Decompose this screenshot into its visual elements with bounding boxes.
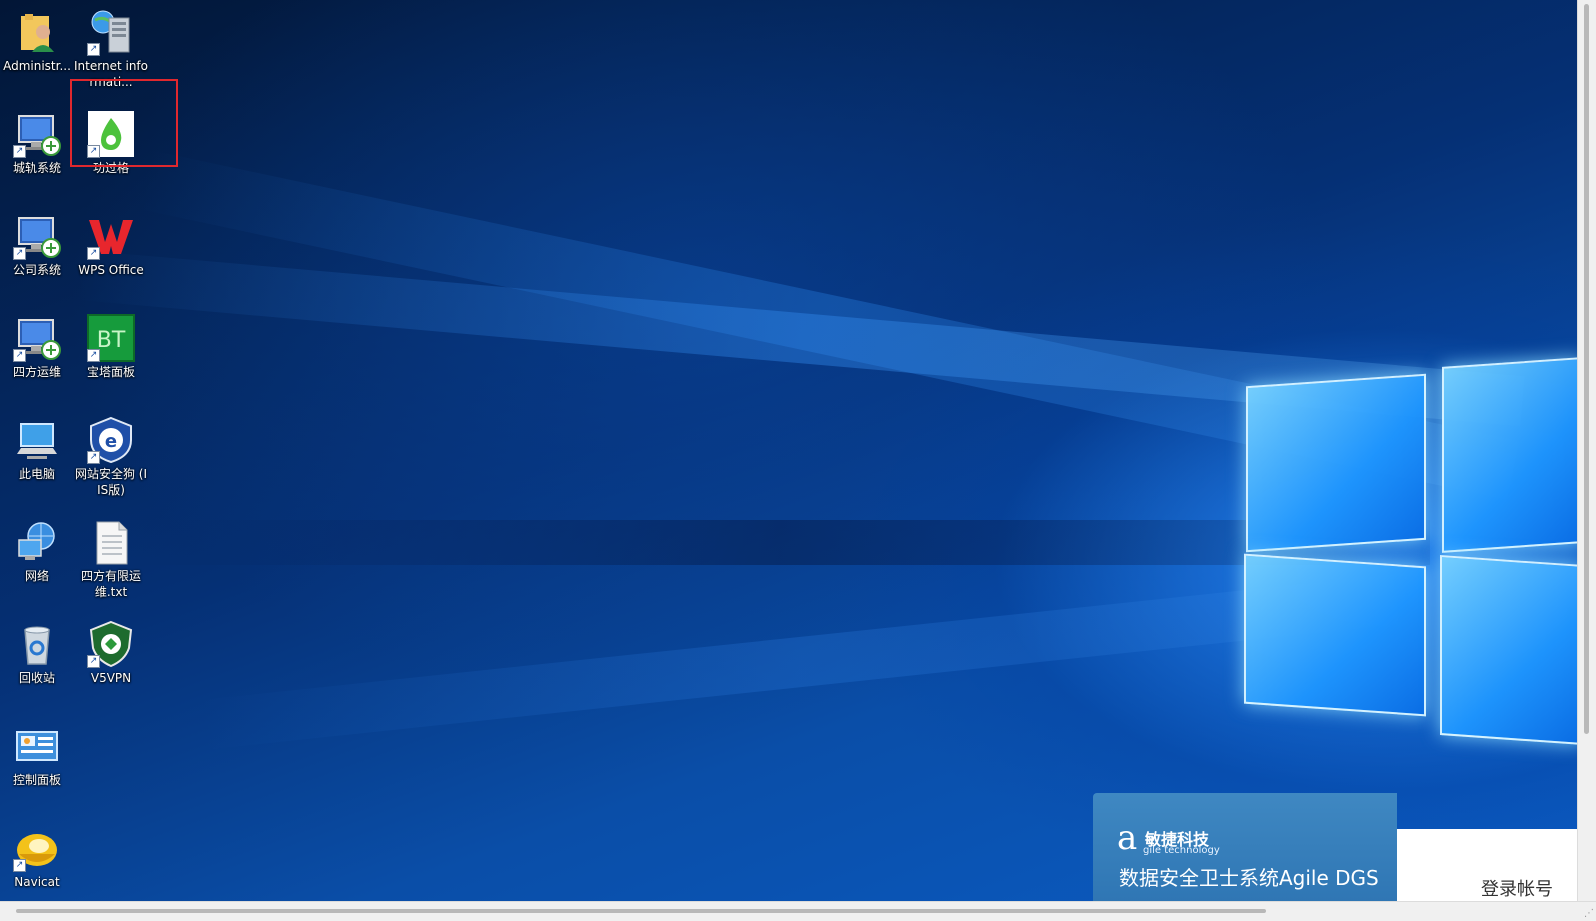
desktop-icon-v5vpn[interactable]: ↗ V5VPN bbox=[74, 614, 148, 686]
desktop-icon-this-pc[interactable]: 此电脑 bbox=[0, 410, 74, 482]
desktop-icon-safedog[interactable]: e ↗ 网站安全狗 (IIS版) bbox=[74, 410, 148, 498]
windows-logo-pane bbox=[1440, 555, 1578, 745]
this-pc-icon bbox=[13, 416, 61, 464]
windows-logo-pane bbox=[1442, 357, 1578, 553]
icon-label: 网络 bbox=[24, 569, 49, 583]
horizontal-scroll-thumb[interactable] bbox=[16, 909, 1266, 913]
desktop-icon-navicat[interactable]: ↗ Navicat bbox=[0, 818, 74, 890]
agile-logo-icon: a bbox=[1117, 818, 1138, 858]
shortcut-arrow-icon: ↗ bbox=[13, 145, 26, 158]
light-beam bbox=[200, 574, 1399, 750]
iis-server-icon: ↗ bbox=[87, 8, 135, 56]
desktop-icon-gongguoge[interactable]: ↗ 功过格 bbox=[74, 104, 148, 176]
horizontal-scrollbar[interactable]: ⋰ bbox=[0, 901, 1596, 921]
navicat-icon: ↗ bbox=[13, 824, 61, 872]
desktop-icon-control-panel[interactable]: 控制面板 bbox=[0, 716, 74, 788]
agile-banner: a 敏捷科技 gile technology 数据安全卫士系统Agile DGS bbox=[1093, 793, 1397, 902]
icon-label: Administr... bbox=[3, 59, 71, 73]
windows-logo-pane bbox=[1244, 553, 1426, 717]
icon-label: 四方运维 bbox=[12, 365, 61, 379]
shortcut-arrow-icon: ↗ bbox=[87, 247, 100, 260]
shortcut-arrow-icon: ↗ bbox=[13, 247, 26, 260]
icon-label: 回收站 bbox=[18, 671, 55, 685]
control-panel-icon bbox=[13, 722, 61, 770]
shortcut-arrow-icon: ↗ bbox=[87, 655, 100, 668]
icon-label: 宝塔面板 bbox=[86, 365, 135, 379]
icon-label: 网站安全狗 (IIS版) bbox=[74, 467, 148, 497]
agile-dgs-login-window[interactable]: a 敏捷科技 gile technology 数据安全卫士系统Agile DGS… bbox=[1093, 793, 1578, 902]
light-beam bbox=[130, 520, 1430, 565]
safedog-shield-icon: e ↗ bbox=[87, 416, 135, 464]
recycle-bin-icon bbox=[13, 620, 61, 668]
icon-label: WPS Office bbox=[78, 263, 144, 277]
text-file-icon bbox=[87, 518, 135, 566]
network-icon bbox=[13, 518, 61, 566]
bt-panel-icon: BT ↗ bbox=[87, 314, 135, 362]
windows-logo-pane bbox=[1246, 373, 1426, 553]
remote-desktop-icon: ↗ bbox=[13, 110, 61, 158]
desktop[interactable]: Administr... ↗ 城轨系统 ↗ 公司系统 ↗ 四方运维 此电脑 网络 bbox=[0, 0, 1578, 902]
desktop-icon-wps-office[interactable]: ↗ WPS Office bbox=[74, 206, 148, 278]
icon-label: 此电脑 bbox=[18, 467, 55, 481]
svg-text:e: e bbox=[105, 431, 117, 452]
login-panel: 登录帐号 bbox=[1397, 829, 1578, 902]
icon-label: 公司系统 bbox=[12, 263, 61, 277]
desktop-icon-network[interactable]: 网络 bbox=[0, 512, 74, 584]
icon-label: 四方有限运维.txt bbox=[80, 569, 141, 599]
vertical-scrollbar[interactable] bbox=[1577, 0, 1596, 902]
v5vpn-shield-icon: ↗ bbox=[87, 620, 135, 668]
shortcut-arrow-icon: ↗ bbox=[87, 43, 100, 56]
desktop-icon-sifang-ops[interactable]: ↗ 四方运维 bbox=[0, 308, 74, 380]
vertical-scroll-thumb[interactable] bbox=[1584, 4, 1589, 734]
svg-text:BT: BT bbox=[97, 328, 126, 353]
shortcut-arrow-icon: ↗ bbox=[87, 145, 100, 158]
resize-grip-icon[interactable]: ⋰ bbox=[1584, 908, 1594, 919]
icon-label: Internet informati... bbox=[74, 59, 148, 89]
icon-label: V5VPN bbox=[90, 671, 132, 685]
user-folder-icon bbox=[13, 8, 61, 56]
green-drop-app-icon: ↗ bbox=[87, 110, 135, 158]
icon-label: 城轨系统 bbox=[12, 161, 61, 175]
shortcut-arrow-icon: ↗ bbox=[87, 349, 100, 362]
agile-brand-subtitle: gile technology bbox=[1143, 845, 1220, 856]
login-account-label: 登录帐号 bbox=[1481, 879, 1553, 900]
desktop-icon-iis[interactable]: ↗ Internet informati... bbox=[74, 2, 148, 90]
icon-label: 控制面板 bbox=[12, 773, 61, 787]
desktop-icon-text-file[interactable]: 四方有限运维.txt bbox=[74, 512, 148, 600]
remote-desktop-icon: ↗ bbox=[13, 212, 61, 260]
desktop-icon-bt-panel[interactable]: BT ↗ 宝塔面板 bbox=[74, 308, 148, 380]
wps-office-icon: ↗ bbox=[87, 212, 135, 260]
desktop-icon-administrator[interactable]: Administr... bbox=[0, 2, 74, 74]
desktop-icon-company-system[interactable]: ↗ 公司系统 bbox=[0, 206, 74, 278]
desktop-icon-recycle-bin[interactable]: 回收站 bbox=[0, 614, 74, 686]
icon-label: 功过格 bbox=[92, 161, 129, 175]
desktop-icon-city-rail[interactable]: ↗ 城轨系统 bbox=[0, 104, 74, 176]
shortcut-arrow-icon: ↗ bbox=[87, 451, 100, 464]
shortcut-arrow-icon: ↗ bbox=[13, 859, 26, 872]
icon-label: Navicat bbox=[14, 875, 60, 889]
remote-desktop-icon: ↗ bbox=[13, 314, 61, 362]
agile-product-title: 数据安全卫士系统Agile DGS bbox=[1119, 866, 1379, 890]
shortcut-arrow-icon: ↗ bbox=[13, 349, 26, 362]
